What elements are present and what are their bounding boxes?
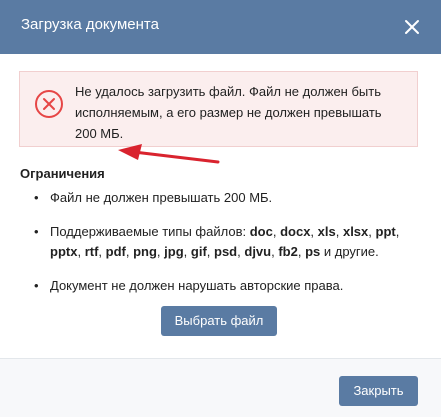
list-item: • Поддерживаемые типы файлов: doc, docx,… bbox=[34, 222, 424, 262]
file-type: doc bbox=[249, 224, 273, 239]
file-type: ppt bbox=[375, 224, 396, 239]
dialog-header: Загрузка документа bbox=[0, 0, 441, 54]
error-message-box: Не удалось загрузить файл. Файл не долже… bbox=[19, 71, 418, 147]
file-type: fb2 bbox=[278, 244, 298, 259]
restriction-types-suffix: и другие. bbox=[320, 244, 379, 259]
file-type: png bbox=[133, 244, 157, 259]
file-type: ps bbox=[305, 244, 321, 259]
restriction-copyright: Документ не должен нарушать авторские пр… bbox=[50, 278, 344, 293]
file-type: rtf bbox=[84, 244, 99, 259]
bullet-icon: • bbox=[34, 224, 39, 239]
choose-file-button[interactable]: Выбрать файл bbox=[161, 306, 277, 336]
restrictions-list: • Файл не должен превышать 200 МБ. • Под… bbox=[34, 188, 424, 296]
file-type: docx bbox=[280, 224, 311, 239]
restriction-types-prefix: Поддерживаемые типы файлов: bbox=[50, 224, 250, 239]
error-message-text: Не удалось загрузить файл. Файл не долже… bbox=[75, 84, 382, 141]
close-icon[interactable] bbox=[402, 17, 422, 37]
file-type: pdf bbox=[105, 244, 126, 259]
restrictions-title: Ограничения bbox=[20, 166, 105, 181]
error-circle-x-icon bbox=[34, 89, 64, 119]
file-type: xlsx bbox=[342, 224, 369, 239]
list-item: • Файл не должен превышать 200 МБ. bbox=[34, 188, 424, 208]
list-item: • Документ не должен нарушать авторские … bbox=[34, 276, 424, 296]
file-type: djvu bbox=[244, 244, 272, 259]
file-type: pptx bbox=[50, 244, 78, 259]
restriction-size: Файл не должен превышать 200 МБ. bbox=[50, 190, 273, 205]
file-type: jpg bbox=[164, 244, 184, 259]
arrow-annotation-icon bbox=[112, 140, 222, 180]
bullet-icon: • bbox=[34, 190, 39, 205]
file-type: psd bbox=[214, 244, 238, 259]
close-button[interactable]: Закрыть bbox=[339, 376, 418, 406]
bullet-icon: • bbox=[34, 278, 39, 293]
file-type: gif bbox=[190, 244, 207, 259]
file-type: xls bbox=[317, 224, 336, 239]
dialog-title: Загрузка документа bbox=[21, 16, 159, 33]
